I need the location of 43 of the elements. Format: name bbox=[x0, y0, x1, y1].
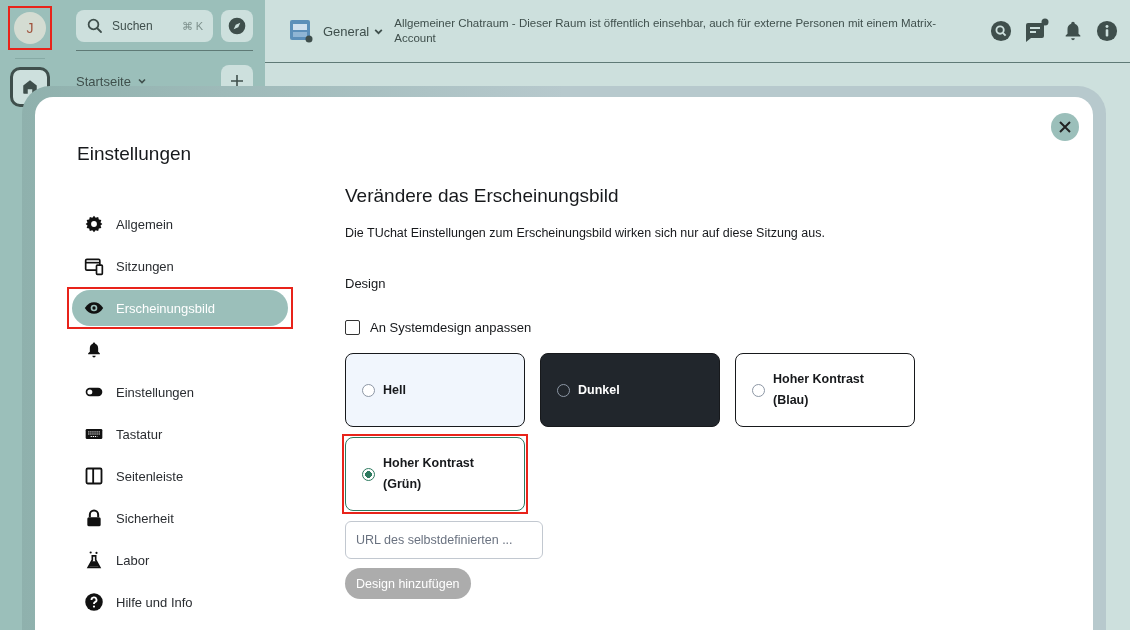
settings-tab[interactable]: Seitenleiste bbox=[72, 458, 288, 494]
section-heading: Verändere das Erscheinungsbild bbox=[345, 185, 620, 207]
description: Die TUchat Einstellungen zum Erscheinungsbild wirken sich nur auf diese Sitzung aus. bbox=[345, 226, 826, 240]
devices-icon bbox=[84, 256, 104, 276]
chevron-icon bbox=[136, 76, 147, 86]
radio-button[interactable] bbox=[362, 383, 375, 397]
search-icon bbox=[86, 17, 104, 35]
radio-button[interactable] bbox=[752, 383, 765, 397]
help-icon bbox=[84, 592, 104, 612]
settings-tab[interactable]: Allgemein bbox=[72, 206, 288, 242]
theme-option[interactable]: Hoher Kontrast (Blau) bbox=[735, 353, 915, 427]
theme-option[interactable]: Hell bbox=[345, 353, 525, 427]
user-avatar[interactable]: J bbox=[14, 12, 46, 44]
explore-button[interactable] bbox=[221, 10, 253, 42]
room-topic: Allgemeiner Chatraum - Dieser Raum ist öffentlich einsehbar, auch für externe Personen mit einem Matrix-Account bbox=[394, 16, 938, 46]
gear-icon bbox=[84, 214, 104, 234]
settings-tab[interactable]: Labor bbox=[72, 542, 288, 578]
lock-icon bbox=[84, 508, 104, 528]
radio-button[interactable] bbox=[362, 467, 375, 481]
settings-tab[interactable]: Tastatur bbox=[72, 416, 288, 452]
settings-tab[interactable]: Sitzungen bbox=[72, 248, 288, 284]
checkbox[interactable] bbox=[345, 320, 360, 335]
flask-icon bbox=[84, 550, 104, 570]
home-icon bbox=[21, 78, 39, 96]
plus-icon bbox=[230, 74, 244, 88]
info-icon[interactable] bbox=[1096, 20, 1118, 42]
dialog-title: Einstellungen bbox=[77, 143, 192, 165]
settings-tab[interactable]: Einstellungen bbox=[72, 374, 288, 410]
sidebar-icon bbox=[84, 466, 104, 486]
close-button[interactable] bbox=[1051, 113, 1079, 141]
theme-option[interactable]: Dunkel bbox=[540, 353, 720, 427]
checkbox-label: An Systemdesign anpassen bbox=[370, 320, 532, 335]
search-button[interactable]: Suchen ⌘ K bbox=[76, 10, 213, 42]
room-name-dropdown[interactable]: General bbox=[323, 23, 385, 39]
settings-tab[interactable]: Sicherheit bbox=[72, 500, 288, 536]
theme-option[interactable]: Hoher Kontrast (Grün) bbox=[345, 437, 525, 511]
room-avatar-icon bbox=[289, 19, 313, 43]
compass-icon bbox=[227, 16, 247, 36]
search-icon[interactable] bbox=[990, 20, 1012, 42]
close-icon bbox=[1058, 120, 1072, 134]
threads-icon[interactable] bbox=[1024, 18, 1050, 44]
settings-tab[interactable]: Hilfe und Info bbox=[72, 584, 288, 620]
design-label: Design bbox=[345, 276, 387, 291]
